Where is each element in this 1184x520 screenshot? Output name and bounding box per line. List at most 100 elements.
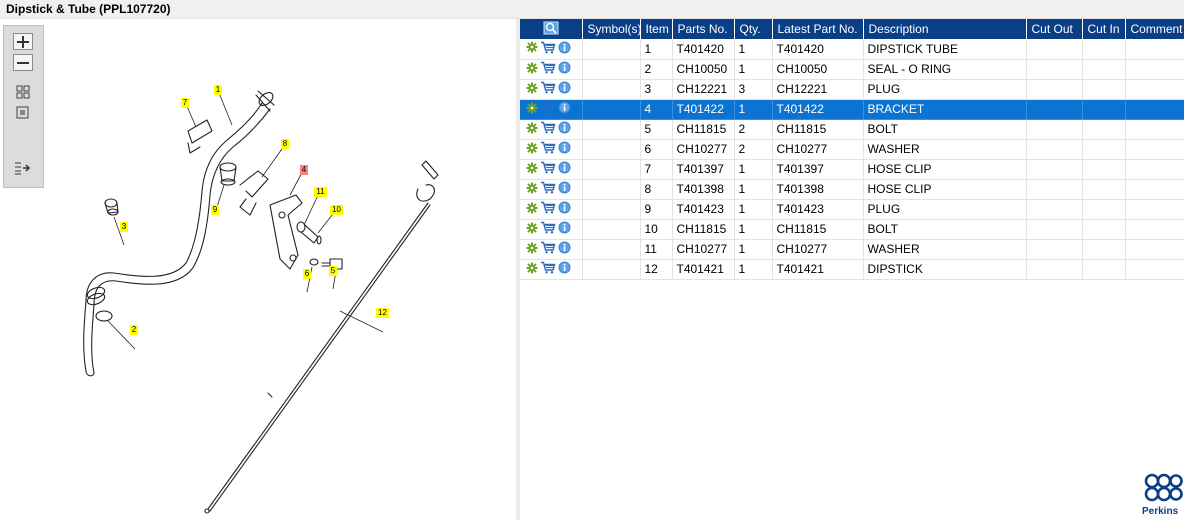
gear-icon[interactable] xyxy=(526,242,538,257)
callout-8[interactable]: 8 xyxy=(281,139,289,149)
callout-10[interactable]: 10 xyxy=(330,205,343,215)
info-icon[interactable] xyxy=(558,101,571,117)
column-header-symbols[interactable]: Symbol(s) xyxy=(582,19,641,39)
comment-cell xyxy=(1125,139,1184,160)
column-header-qty[interactable]: Qty. xyxy=(734,19,773,39)
table-row[interactable]: 10 CH11815 1 CH11815 BOLT xyxy=(520,219,1184,240)
cart-icon[interactable] xyxy=(540,81,556,97)
gear-icon[interactable] xyxy=(526,162,538,177)
cart-icon[interactable] xyxy=(540,41,556,57)
cart-icon[interactable] xyxy=(540,261,556,277)
minus-icon xyxy=(17,61,29,64)
info-icon[interactable] xyxy=(558,161,571,177)
table-row[interactable]: 7 T401397 1 T401397 HOSE CLIP xyxy=(520,159,1184,180)
fit-all-button[interactable] xyxy=(13,83,33,100)
qty-cell: 1 xyxy=(734,159,773,180)
latest-part-no-cell: T401420 xyxy=(772,39,864,60)
info-icon[interactable] xyxy=(558,141,571,157)
zoom-in-button[interactable] xyxy=(13,33,33,50)
gear-icon[interactable] xyxy=(526,102,538,117)
row-icons-cell xyxy=(520,219,583,240)
window-title: Dipstick & Tube (PPL107720) xyxy=(0,0,1184,19)
callout-12[interactable]: 12 xyxy=(376,308,389,318)
info-icon[interactable] xyxy=(558,241,571,257)
column-header-icons[interactable] xyxy=(520,19,583,39)
perkins-brand-text: Perkins xyxy=(1142,506,1179,517)
column-header-part-no[interactable]: Parts No. xyxy=(672,19,735,39)
cart-icon[interactable] xyxy=(540,121,556,137)
cart-icon[interactable] xyxy=(540,201,556,217)
symbols-cell xyxy=(582,219,641,240)
cart-icon[interactable] xyxy=(540,141,556,157)
table-row[interactable]: 5 CH11815 2 CH11815 BOLT xyxy=(520,119,1184,140)
callout-11[interactable]: 11 xyxy=(314,187,327,197)
diagram-pane[interactable]: 1 2 3 4 5 6 7 8 9 10 11 12 xyxy=(0,19,516,520)
callout-5[interactable]: 5 xyxy=(329,266,337,276)
part-no-cell: CH12221 xyxy=(672,79,735,100)
cart-icon[interactable] xyxy=(540,101,556,117)
column-header-comment[interactable]: Comment xyxy=(1125,19,1184,39)
zoom-out-button[interactable] xyxy=(13,54,33,71)
comment-cell xyxy=(1125,59,1184,80)
row-icons-cell xyxy=(520,239,583,260)
callout-3[interactable]: 3 xyxy=(120,222,128,232)
info-icon[interactable] xyxy=(558,121,571,137)
gear-icon[interactable] xyxy=(526,41,538,56)
callout-4[interactable]: 4 xyxy=(300,165,308,175)
cut-in-cell xyxy=(1082,79,1126,100)
gear-icon[interactable] xyxy=(526,82,538,97)
info-icon[interactable] xyxy=(558,261,571,277)
info-icon[interactable] xyxy=(558,181,571,197)
column-header-cut-in[interactable]: Cut In xyxy=(1082,19,1126,39)
gear-icon[interactable] xyxy=(526,122,538,137)
cut-in-cell xyxy=(1082,259,1126,280)
cart-icon[interactable] xyxy=(540,181,556,197)
cart-icon[interactable] xyxy=(540,61,556,77)
item-cell: 8 xyxy=(640,179,673,200)
fit-page-button[interactable] xyxy=(13,104,33,121)
qty-cell: 1 xyxy=(734,99,773,120)
latest-part-no-cell: CH11815 xyxy=(772,219,864,240)
cut-in-cell xyxy=(1082,119,1126,140)
table-row[interactable]: 3 CH12221 3 CH12221 PLUG xyxy=(520,79,1184,100)
part-no-cell: T401397 xyxy=(672,159,735,180)
dipstick-tube-shape xyxy=(83,102,263,372)
column-header-description[interactable]: Description xyxy=(863,19,1027,39)
table-row[interactable]: 4 T401422 1 T401422 BRACKET xyxy=(520,99,1184,120)
callout-1[interactable]: 1 xyxy=(214,85,222,95)
row-icons-cell xyxy=(520,199,583,220)
gear-icon[interactable] xyxy=(526,202,538,217)
table-row[interactable]: 9 T401423 1 T401423 PLUG xyxy=(520,199,1184,220)
info-icon[interactable] xyxy=(558,81,571,97)
gear-icon[interactable] xyxy=(526,182,538,197)
table-row[interactable]: 6 CH10277 2 CH10277 WASHER xyxy=(520,139,1184,160)
table-row[interactable]: 1 T401420 1 T401420 DIPSTICK TUBE xyxy=(520,39,1184,60)
cart-icon[interactable] xyxy=(540,241,556,257)
column-header-latest-part-no[interactable]: Latest Part No. xyxy=(772,19,864,39)
column-header-item[interactable]: Item xyxy=(640,19,673,39)
column-header-cut-out[interactable]: Cut Out xyxy=(1026,19,1083,39)
cart-icon[interactable] xyxy=(540,221,556,237)
table-row[interactable]: 11 CH10277 1 CH10277 WASHER xyxy=(520,239,1184,260)
gear-icon[interactable] xyxy=(526,262,538,277)
show-list-button[interactable] xyxy=(13,159,33,176)
gear-icon[interactable] xyxy=(526,222,538,237)
table-row[interactable]: 8 T401398 1 T401398 HOSE CLIP xyxy=(520,179,1184,200)
item-cell: 1 xyxy=(640,39,673,60)
latest-part-no-cell: CH11815 xyxy=(772,119,864,140)
gear-icon[interactable] xyxy=(526,62,538,77)
callout-7[interactable]: 7 xyxy=(181,98,189,108)
callout-9[interactable]: 9 xyxy=(211,205,219,215)
info-icon[interactable] xyxy=(558,41,571,57)
info-icon[interactable] xyxy=(558,221,571,237)
latest-part-no-cell: T401398 xyxy=(772,179,864,200)
callout-6[interactable]: 6 xyxy=(303,269,311,279)
gear-icon[interactable] xyxy=(526,142,538,157)
info-icon[interactable] xyxy=(558,61,571,77)
table-row[interactable]: 12 T401421 1 T401421 DIPSTICK xyxy=(520,259,1184,280)
table-row[interactable]: 2 CH10050 1 CH10050 SEAL - O RING xyxy=(520,59,1184,80)
part-no-cell: CH11815 xyxy=(672,119,735,140)
callout-2[interactable]: 2 xyxy=(130,325,138,335)
cart-icon[interactable] xyxy=(540,161,556,177)
info-icon[interactable] xyxy=(558,201,571,217)
